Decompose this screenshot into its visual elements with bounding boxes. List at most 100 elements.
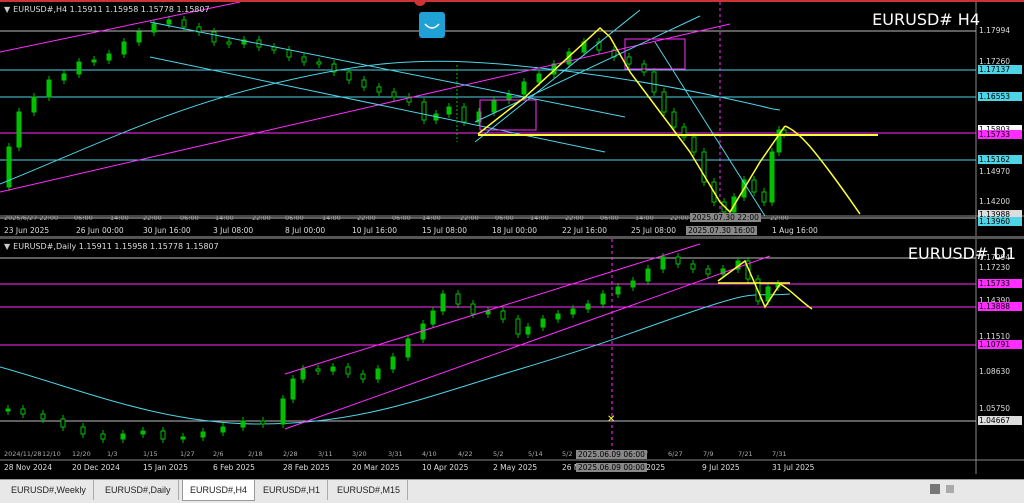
h4-candle-body: [136, 31, 142, 43]
h4-candle-body: [421, 101, 427, 121]
d1-candle-body: [315, 368, 321, 372]
h4-price-label: 1.17137: [978, 65, 1022, 74]
h4-time-label: 3 Jul 08:00: [213, 226, 254, 235]
h4-time-sublabel: 2025/6/27 22:00: [4, 214, 59, 222]
h4-time-sublabel: 14:00: [530, 214, 549, 222]
d1-time-sublabel: 4/22: [458, 450, 473, 458]
h4-time-sublabel: 14:00: [422, 214, 441, 222]
h4-candle-body: [301, 56, 307, 63]
d1-time-sublabel: 4/10: [422, 450, 437, 458]
d1-crosshair-time-tag-bottom: 2025.06.09 00:00: [576, 463, 647, 472]
h4-chart-pane[interactable]: ▼ EURUSD#,H4 1.15911 1.15958 1.15778 1.15…: [0, 0, 1024, 238]
d1-candle-body: [20, 408, 26, 415]
h4-time-sublabel: 14:00: [215, 214, 234, 222]
d1-candle-body: [515, 318, 521, 335]
d1-candle-body: [660, 256, 666, 270]
d1-time-sublabel: 5/2: [493, 450, 504, 458]
d1-candle-body: [585, 303, 591, 310]
h4-chart-canvas[interactable]: [0, 2, 1024, 238]
h4-candle-body: [691, 136, 697, 153]
h4-candle-body: [461, 106, 467, 123]
d1-price-label: 1.10791: [978, 340, 1022, 349]
h4-candle-body: [91, 59, 97, 63]
chart-badge-icon[interactable]: [419, 12, 445, 38]
d1-candle-body: [360, 373, 366, 380]
d1-candle-body: [455, 293, 461, 305]
h4-candle-body: [626, 56, 632, 65]
d1-candle-body: [570, 308, 576, 315]
chart-tab[interactable]: EURUSD#,M15: [330, 480, 409, 500]
h4-candle-body: [506, 93, 512, 101]
h4-candle-body: [769, 151, 775, 203]
h4-symbol-info: ▼ EURUSD#,H4 1.15911 1.15958 1.15778 1.15…: [4, 5, 210, 14]
d1-candle-body: [260, 420, 266, 425]
d1-time-sublabel: 1/27: [180, 450, 195, 458]
d1-candle-body: [290, 378, 296, 400]
h4-time-sublabel: 22:00: [357, 214, 376, 222]
chart-tab[interactable]: EURUSD#,H4: [182, 480, 256, 501]
d1-candle-body: [200, 431, 206, 438]
h4-candle-body: [211, 31, 217, 43]
h4-time-sublabel: 22:00: [143, 214, 162, 222]
h4-candle-body: [376, 86, 382, 93]
d1-candle-body: [180, 436, 186, 440]
h4-zone-box: [624, 38, 686, 70]
collapse-triangle-icon[interactable]: ▼: [4, 5, 10, 14]
d1-candle-body: [5, 408, 11, 412]
d1-price-label: 1.13888: [978, 302, 1022, 311]
d1-candle-body: [645, 268, 651, 282]
scroll-right-icon[interactable]: [946, 485, 954, 493]
d1-chart-pane[interactable]: ✕ ▼ EURUSD#,Daily 1.15911 1.15958 1.15778…: [0, 239, 1024, 474]
d1-candle-body: [160, 430, 166, 440]
h4-candle-body: [346, 71, 352, 81]
d1-candle-body: [390, 356, 396, 370]
h4-candle-body: [671, 111, 677, 128]
d1-candle-body: [140, 430, 146, 435]
collapse-triangle-icon[interactable]: ▼: [4, 242, 10, 251]
d1-time-sublabel: 7/31: [772, 450, 787, 458]
h4-time-label: 30 Jun 16:00: [143, 226, 191, 235]
d1-candle-body: [485, 310, 491, 315]
d1-time-label: 2 May 2025: [493, 463, 538, 472]
scroll-left-icon[interactable]: [930, 484, 940, 494]
d1-price-label: 1.04667: [978, 416, 1022, 425]
h4-candle-body: [361, 79, 367, 88]
h4-candle-body: [446, 106, 452, 115]
d1-chart-canvas[interactable]: ✕: [0, 239, 1024, 474]
d1-candle-body: [615, 286, 621, 295]
h4-price-label: 1.16553: [978, 92, 1022, 101]
h4-watermark: EURUSD# H4: [872, 10, 980, 29]
d1-time-sublabel: 7/9: [703, 450, 714, 458]
h4-price-label: 1.15733: [978, 130, 1022, 139]
d1-candle-body: [220, 426, 226, 433]
d1-time-sublabel: 2/6: [213, 450, 224, 458]
d1-star-marker: ✕: [607, 414, 615, 425]
h4-time-label: 25 Jul 08:00: [631, 226, 676, 235]
chart-tab[interactable]: EURUSD#,H1: [256, 480, 329, 500]
d1-time-sublabel: 6/27: [668, 450, 683, 458]
h4-candle-body: [76, 61, 82, 75]
h4-time-sublabel: 22:00: [670, 214, 689, 222]
h4-time-sublabel: 22:00: [460, 214, 479, 222]
d1-crosshair-time-tag: 2025.06.09 06:00: [576, 450, 647, 459]
h4-time-label: 15 Jul 08:00: [422, 226, 467, 235]
d1-candle-body: [300, 368, 306, 380]
d1-time-sublabel: 3/31: [388, 450, 403, 458]
d1-time-label: 28 Feb 2025: [283, 463, 330, 472]
d1-candle-body: [345, 366, 351, 375]
h4-time-sublabel: 22:00: [252, 214, 271, 222]
h4-trend-line: [0, 23, 731, 193]
d1-candle-body: [40, 413, 46, 420]
h4-candle-body: [106, 53, 112, 61]
d1-candle-body: [330, 366, 336, 372]
d1-time-label: 31 Jul 2025: [772, 463, 815, 472]
d1-candle-body: [375, 368, 381, 380]
h4-time-label: 10 Jul 16:00: [352, 226, 397, 235]
h4-candle-body: [121, 41, 127, 55]
d1-time-sublabel: 12/10: [42, 450, 61, 458]
chart-tab[interactable]: EURUSD#,Daily: [98, 480, 179, 500]
d1-price-label: 1.15733: [978, 279, 1022, 288]
h4-candle-body: [491, 99, 497, 113]
h4-time-sublabel: 06:00: [392, 214, 411, 222]
chart-tab[interactable]: EURUSD#,Weekly: [4, 480, 94, 500]
